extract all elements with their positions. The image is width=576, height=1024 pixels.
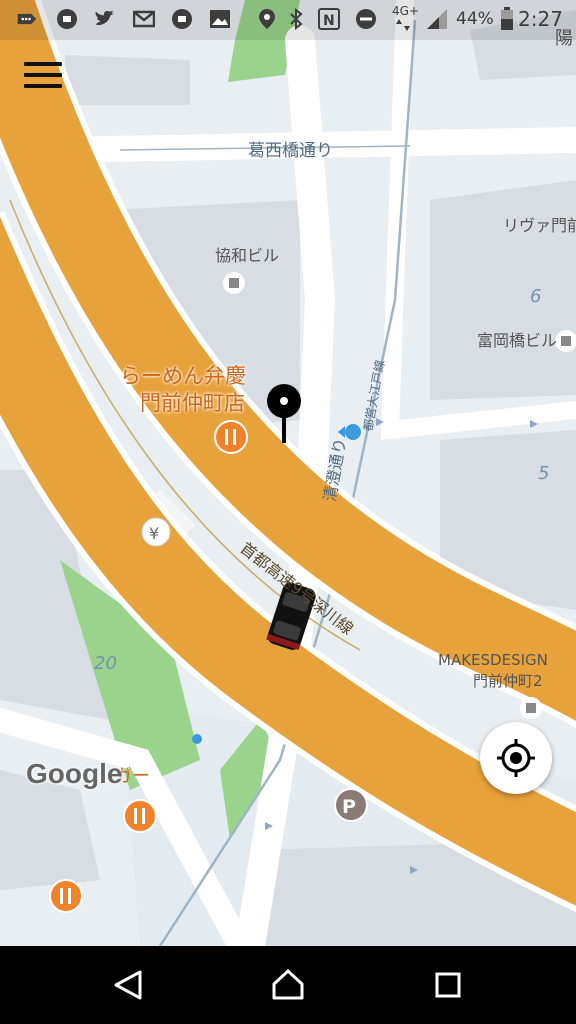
place-label-ramen-branch[interactable]: 門前仲町店	[140, 393, 245, 414]
parking-glyph: P	[342, 796, 356, 818]
hamburger-line	[24, 73, 62, 77]
block-number: 20	[94, 653, 117, 674]
battery-icon	[496, 7, 518, 30]
street-label-kasai: 葛西橋通り	[248, 141, 333, 161]
hamburger-line	[24, 62, 62, 66]
status-bar: N 4G+ 44% 2:27	[0, 0, 576, 40]
twitter-icon	[94, 8, 116, 30]
nfc-icon: N	[318, 8, 340, 30]
network-type: 4G+	[392, 4, 419, 18]
place-label-tomioka: 富岡橋ビル	[477, 331, 558, 350]
data-activity-icon	[396, 18, 410, 32]
block-number: 5	[538, 463, 550, 484]
restaurant-icon	[123, 799, 157, 833]
clock: 2:27	[518, 7, 563, 31]
gmail-icon	[133, 8, 155, 30]
recent-apps-button[interactable]	[418, 960, 478, 1010]
do-not-disturb-icon	[355, 8, 377, 30]
gallery-icon	[209, 8, 231, 30]
home-button[interactable]	[258, 960, 318, 1010]
menu-button[interactable]	[22, 58, 66, 94]
place-label-makesdesign: MAKESDESIGN	[438, 651, 548, 669]
svg-text:N: N	[323, 13, 335, 29]
transit-station-marker[interactable]	[345, 424, 361, 440]
my-location-button[interactable]	[480, 722, 552, 794]
navigation-bar	[0, 946, 576, 1024]
yen-glyph: ¥	[149, 524, 159, 543]
place-label-ramen[interactable]: らーめん弁慶	[120, 366, 246, 387]
location-icon	[256, 8, 278, 30]
place-label-makesdesign-area: 門前仲町2	[473, 672, 543, 690]
back-icon	[114, 970, 142, 1000]
signal-icon	[426, 8, 448, 30]
place-label-river: リヴァ門前	[503, 216, 576, 235]
battery-percentage: 44%	[456, 9, 494, 29]
bluetooth-icon	[285, 8, 307, 30]
hamburger-line	[24, 84, 62, 88]
restaurant-icon	[49, 879, 83, 913]
home-icon	[272, 969, 304, 1000]
app-icon	[56, 8, 78, 30]
back-button[interactable]	[98, 960, 158, 1010]
place-label-kyowa: 協和ビル	[215, 246, 280, 265]
app-icon	[171, 8, 193, 30]
notification-icon	[16, 8, 38, 30]
restaurant-icon	[214, 420, 248, 454]
crosshair-icon	[497, 739, 535, 777]
bus-stop-icon[interactable]	[192, 734, 202, 744]
recent-apps-icon	[435, 972, 461, 998]
block-number: 6	[530, 286, 542, 307]
google-logo: Google	[26, 758, 123, 789]
